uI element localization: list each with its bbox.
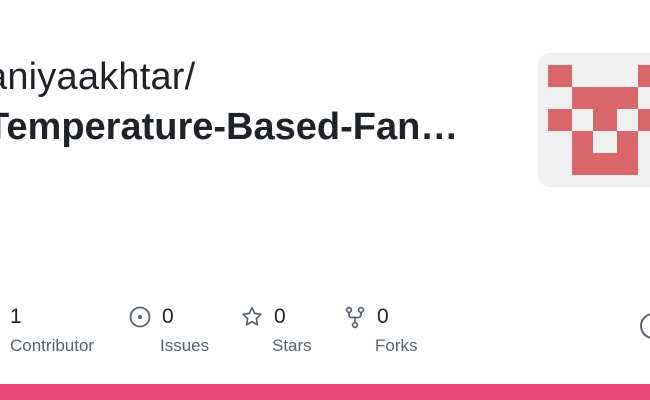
fork-icon [345,306,365,329]
repo-owner[interactable]: aniyaakhtar/ [0,56,195,99]
stat-issues[interactable]: 0 Issues [128,304,209,356]
star-icon [242,306,262,326]
contributors-count: 1 [10,305,22,328]
stat-contributors[interactable]: 1 Contributor [10,304,94,356]
issues-count: 0 [162,305,174,328]
stars-count: 0 [274,305,286,328]
language-bar [0,384,650,400]
stars-label: Stars [272,336,312,355]
forks-label: Forks [375,336,418,355]
stat-forks[interactable]: 0 Forks [343,304,418,356]
identicon-icon [548,65,650,175]
repo-name[interactable]: Temperature-Based-Fan… [0,106,458,149]
issues-label: Issues [160,336,210,355]
github-logo-icon [640,313,650,339]
issue-icon [129,306,151,328]
stat-stars[interactable]: 0 Stars [240,304,312,356]
contributors-label: Contributor [10,336,95,355]
forks-count: 0 [377,305,389,328]
avatar [538,53,650,187]
